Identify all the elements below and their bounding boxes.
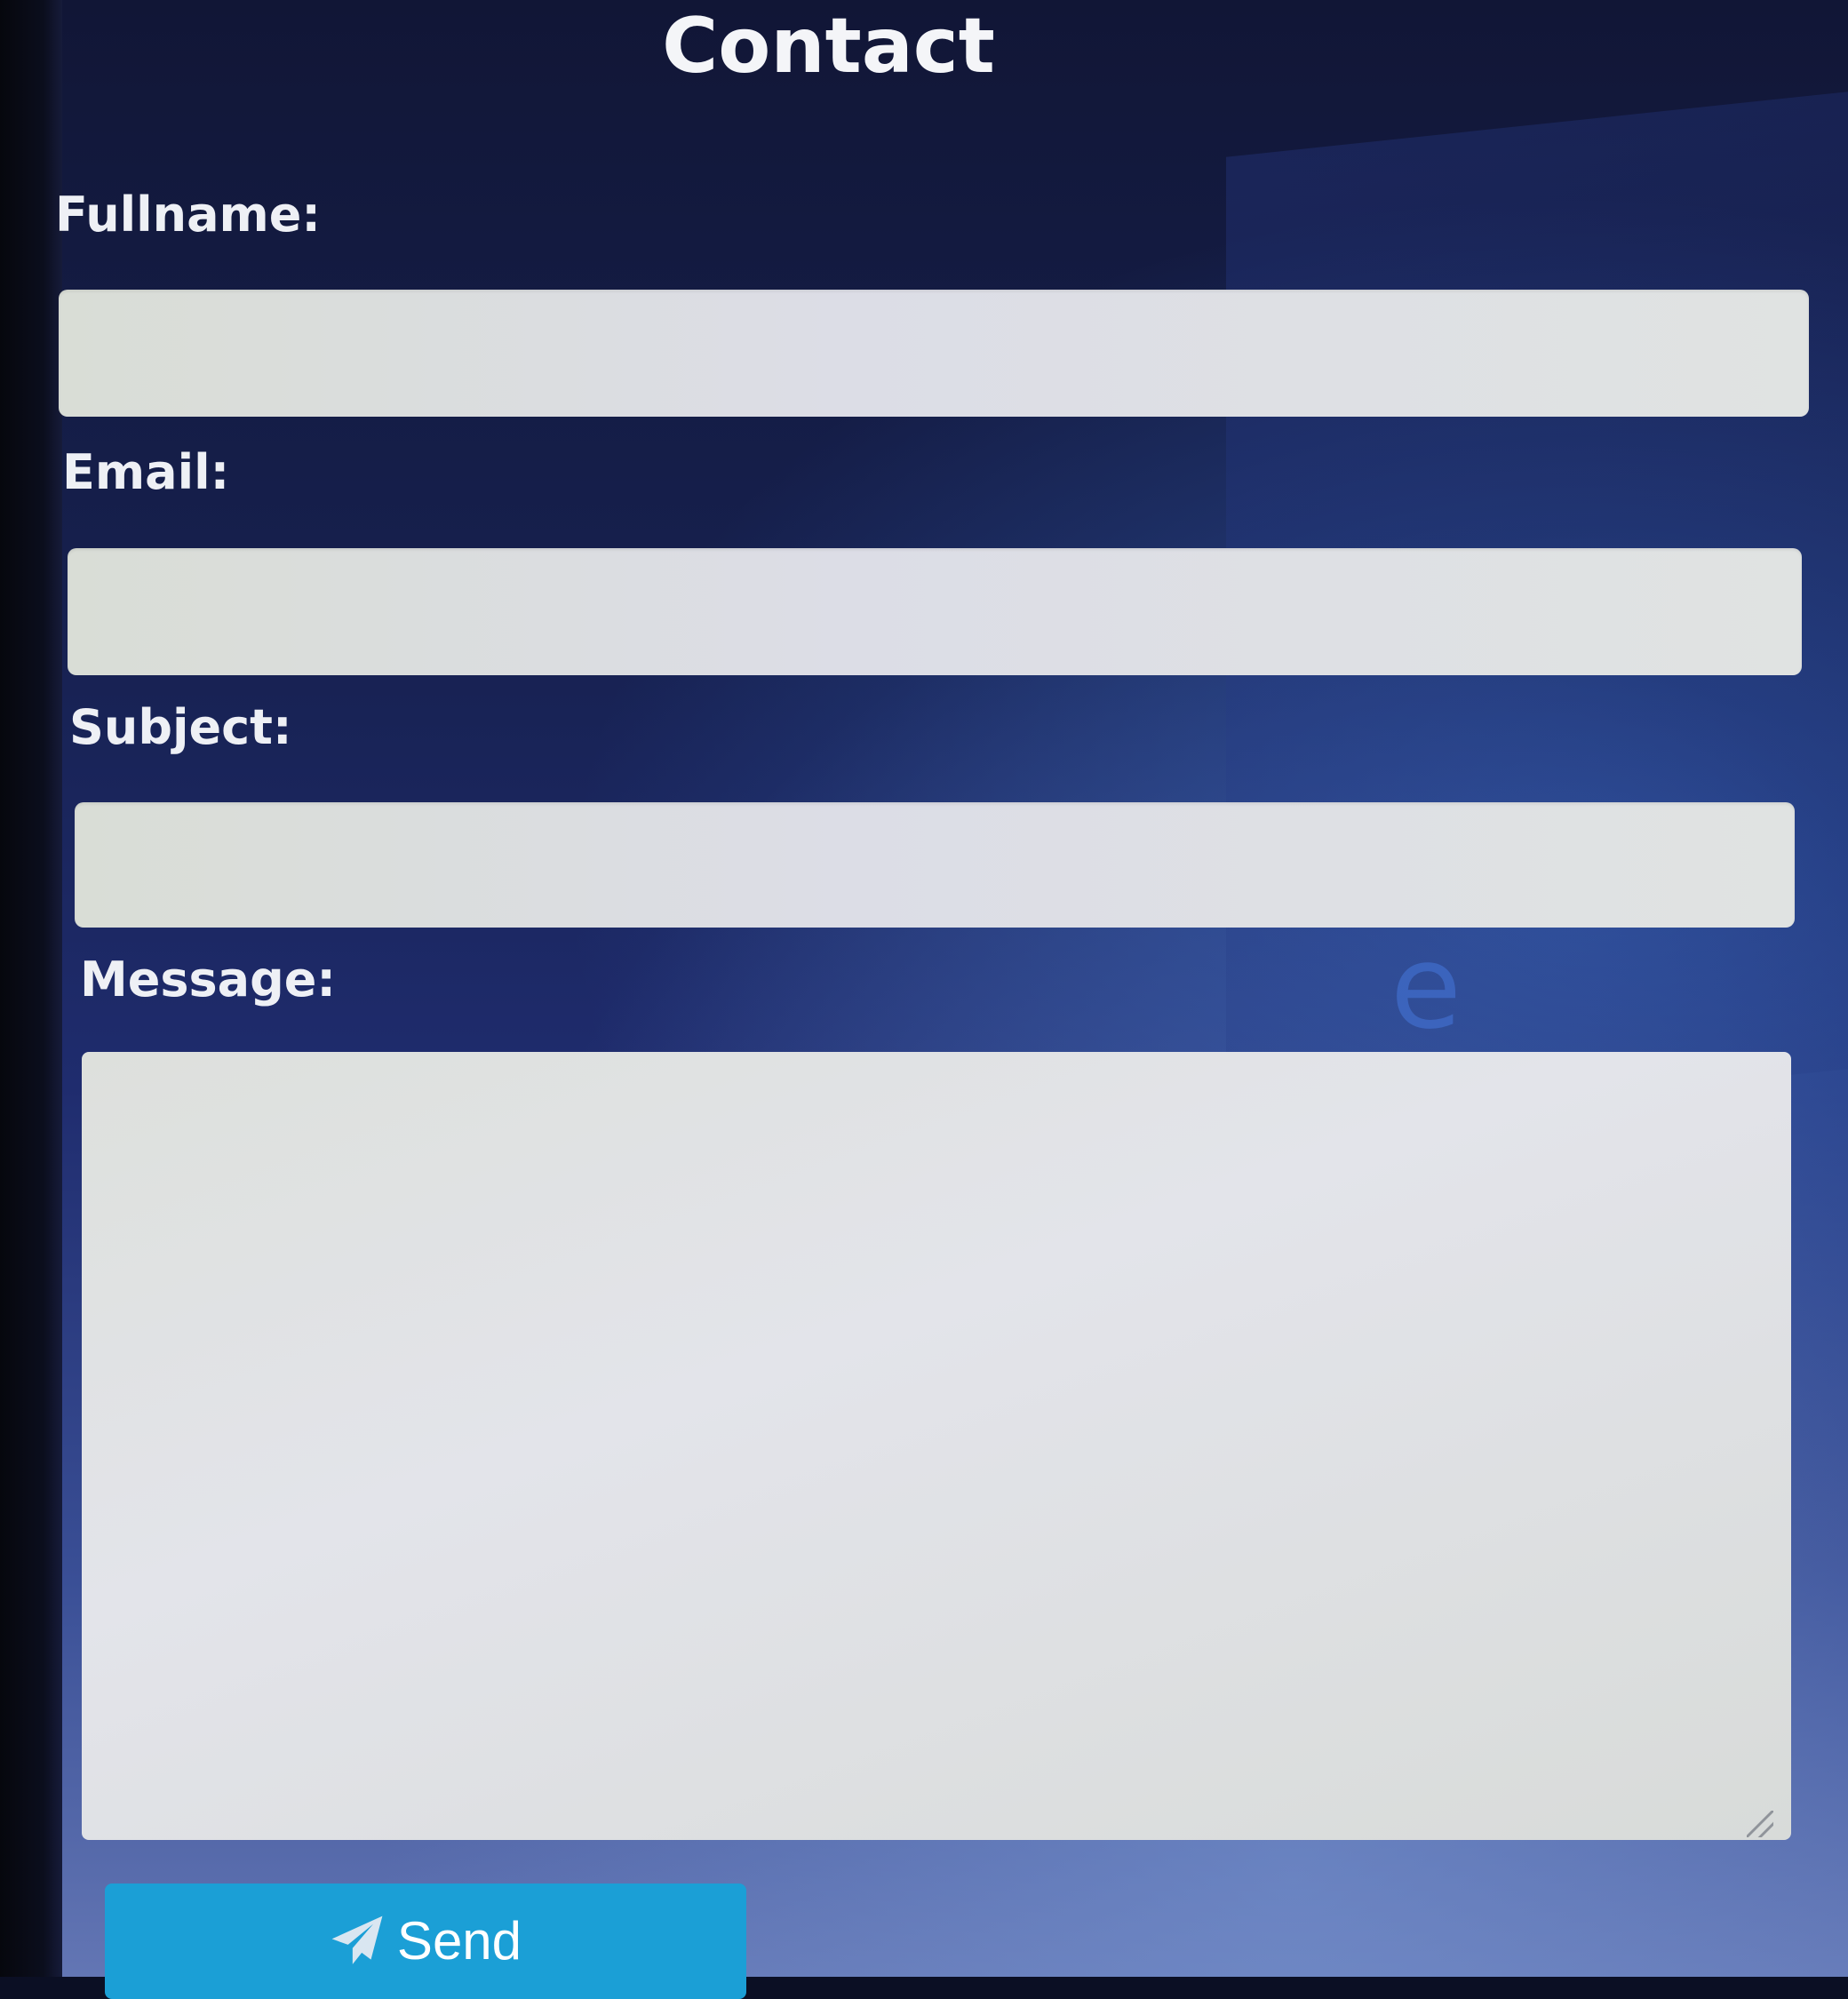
monitor-bezel	[0, 0, 62, 1977]
message-textarea[interactable]	[82, 1052, 1791, 1840]
email-input[interactable]	[68, 548, 1802, 675]
message-label: Message:	[80, 952, 336, 1007]
send-button[interactable]: Send	[105, 1884, 746, 1999]
resize-handle-icon[interactable]	[1747, 1811, 1773, 1837]
subject-label: Subject:	[69, 699, 292, 755]
background-browser-logo: e	[1390, 920, 1462, 1055]
fullname-input[interactable]	[59, 290, 1809, 417]
paper-plane-icon	[331, 1915, 383, 1964]
page-title: Contact	[662, 2, 995, 91]
send-button-label: Send	[396, 1911, 522, 1971]
fullname-label: Fullname:	[55, 187, 322, 243]
subject-input[interactable]	[75, 802, 1795, 928]
email-label: Email:	[62, 444, 230, 500]
